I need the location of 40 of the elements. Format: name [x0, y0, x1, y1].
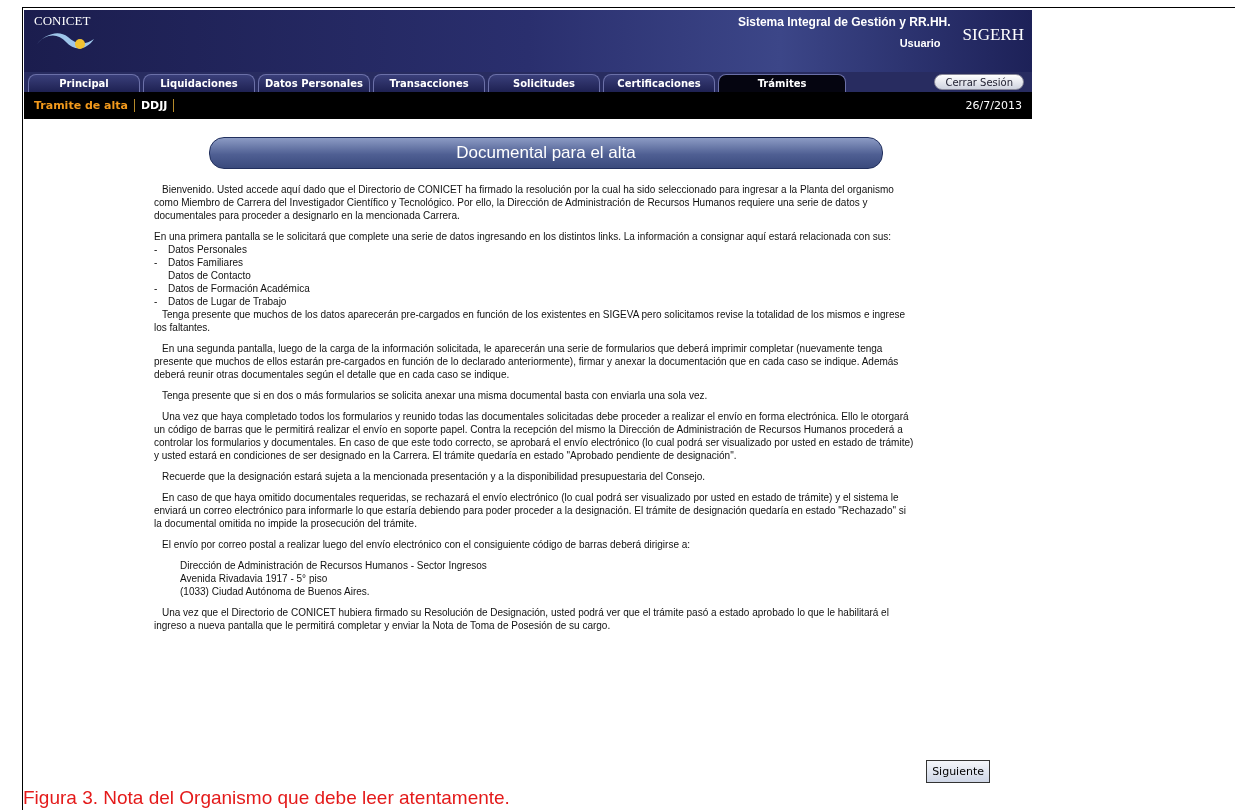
system-title: Sistema Integral de Gestión y RR.HH.	[737, 15, 951, 29]
list-marker: -	[154, 295, 159, 308]
address-line: Dirección de Administración de Recursos Humanos - Sector Ingresos	[180, 559, 487, 572]
list-marker: -	[154, 282, 159, 295]
page-title: Documental para el alta	[209, 137, 883, 169]
nav-tab[interactable]: Transacciones	[373, 74, 486, 92]
nav-tab[interactable]: Certificaciones	[603, 74, 716, 92]
org-name: CONICET	[34, 13, 91, 29]
nav-tab[interactable]: Principal	[28, 74, 140, 92]
paragraph: Tenga presente que muchos de los datos aparecerán pre-cargados en función de los existentes en SIGEVA pero solicitamos revise la totalidad de los mismos e ingrese los faltantes.	[154, 308, 906, 334]
figure-caption: Figura 3. Nota del Organismo que debe leer atentamente.	[23, 787, 510, 809]
list-marker: -	[154, 243, 159, 256]
logout-button[interactable]: Cerrar Sesión	[934, 74, 1024, 90]
next-button[interactable]: Siguiente	[926, 760, 990, 783]
nav-tab[interactable]: Solicitudes	[488, 74, 601, 92]
paragraph: Recuerde que la designación estará sujeta a la mencionada presentación y a la disponibilidad presupuestaria del Consejo.	[161, 470, 707, 483]
paragraph: En caso de que haya omitido documentales requeridas, se rechazará el envío electrónico (lo cual podrá ser visualizado por usted en estado de trámite) y el sistema le enviará un correo electrónico para informarle lo que estaría debiendo para poder proceder a la designación. El trámite de designación quedaría en estado "Rechazado" si la documental omitida no impide la prosecución del trámite.	[154, 491, 907, 530]
paragraph: Una vez que el Directorio de CONICET hubiera firmado su Resolución de Designación, usted podrá ver que el trámite pasó a estado aprobado lo que le habilitará el ingreso a nueva pantalla que le permitirá completar y enviar la Nota de Toma de Posesión de su cargo.	[154, 606, 890, 632]
nav-tab[interactable]: Trámites	[718, 74, 847, 92]
user-name: Usuario	[899, 37, 941, 49]
list-item: Datos de Formación Académica	[168, 282, 310, 295]
paragraph: El envío por correo postal a realizar luego del envío electrónico con el consiguiente código de barras deberá dirigirse a:	[161, 538, 692, 551]
list-item: Datos de Lugar de Trabajo	[168, 295, 287, 308]
list-item: Datos Personales	[168, 243, 247, 256]
list-marker: -	[154, 256, 159, 269]
subnav-link[interactable]: Tramite de alta	[28, 99, 134, 112]
paragraph: Bienvenido. Usted accede aquí dado que el Directorio de CONICET ha firmado la resolución por la cual ha sido seleccionado para ingresar a la Planta del organismo como Miembro de Carrera del Investigador Científico y Tecnológico. Por ello, la Dirección de Administración de Recursos Humanos requiere una serie de datos y documentales para proceder a designarlo en la mencionada Carrera.	[154, 183, 895, 222]
paragraph: Tenga presente que si en dos o más formularios se solicita anexar una misma documental basta con enviarla una sola vez.	[161, 389, 709, 402]
paragraph: En una primera pantalla se le solicitará que complete una serie de datos ingresando en los distintos links. La información a consignar aquí estará relacionada con sus:	[154, 230, 893, 243]
paragraph: En una segunda pantalla, luego de la carga de la información solicitada, le aparecerán una serie de formularios que deberá imprimir completar (nuevamente tenga presente que muchos de ellos estarán pre-cargados en función de lo declarado anteriormente), firmar y anexar la documentación que en cada caso se indique. Además deberá reunir otras documentales según el detalle que en cada caso se indique.	[154, 342, 900, 381]
address-line: Avenida Rivadavia 1917 - 5° piso	[180, 572, 328, 585]
address-line: (1033) Ciudad Autónoma de Buenos Aires.	[180, 585, 370, 598]
app-logo: SIGERH	[962, 25, 1024, 45]
nav-tab[interactable]: Datos Personales	[258, 74, 371, 92]
subnav-link[interactable]: DDJJ	[134, 99, 174, 112]
paragraph: Una vez que haya completado todos los formularios y reunido todas las documentales solicitadas debe proceder a realizar el envío en forma electrónica. Ello le otorgará un código de barras que le permitirá realizar el envío en soporte papel. Contra la recepción del mismo la Dirección de Administración de Recursos Humanos procederá a controlar los formularios y documentales. En caso de que este todo correcto, se aprobará el envío electrónico (lo cual podrá ser visualizado por usted en estado de trámite) y usted estará en condiciones de ser designado en la Carrera. El trámite quedaría en estado "Aprobado pendiente de designación".	[154, 410, 914, 462]
list-item: Datos Familiares	[168, 256, 244, 269]
nav-tab[interactable]: Liquidaciones	[143, 74, 255, 92]
list-item: Datos de Contacto	[168, 269, 251, 282]
date-label: 26/7/2013	[965, 99, 1022, 112]
